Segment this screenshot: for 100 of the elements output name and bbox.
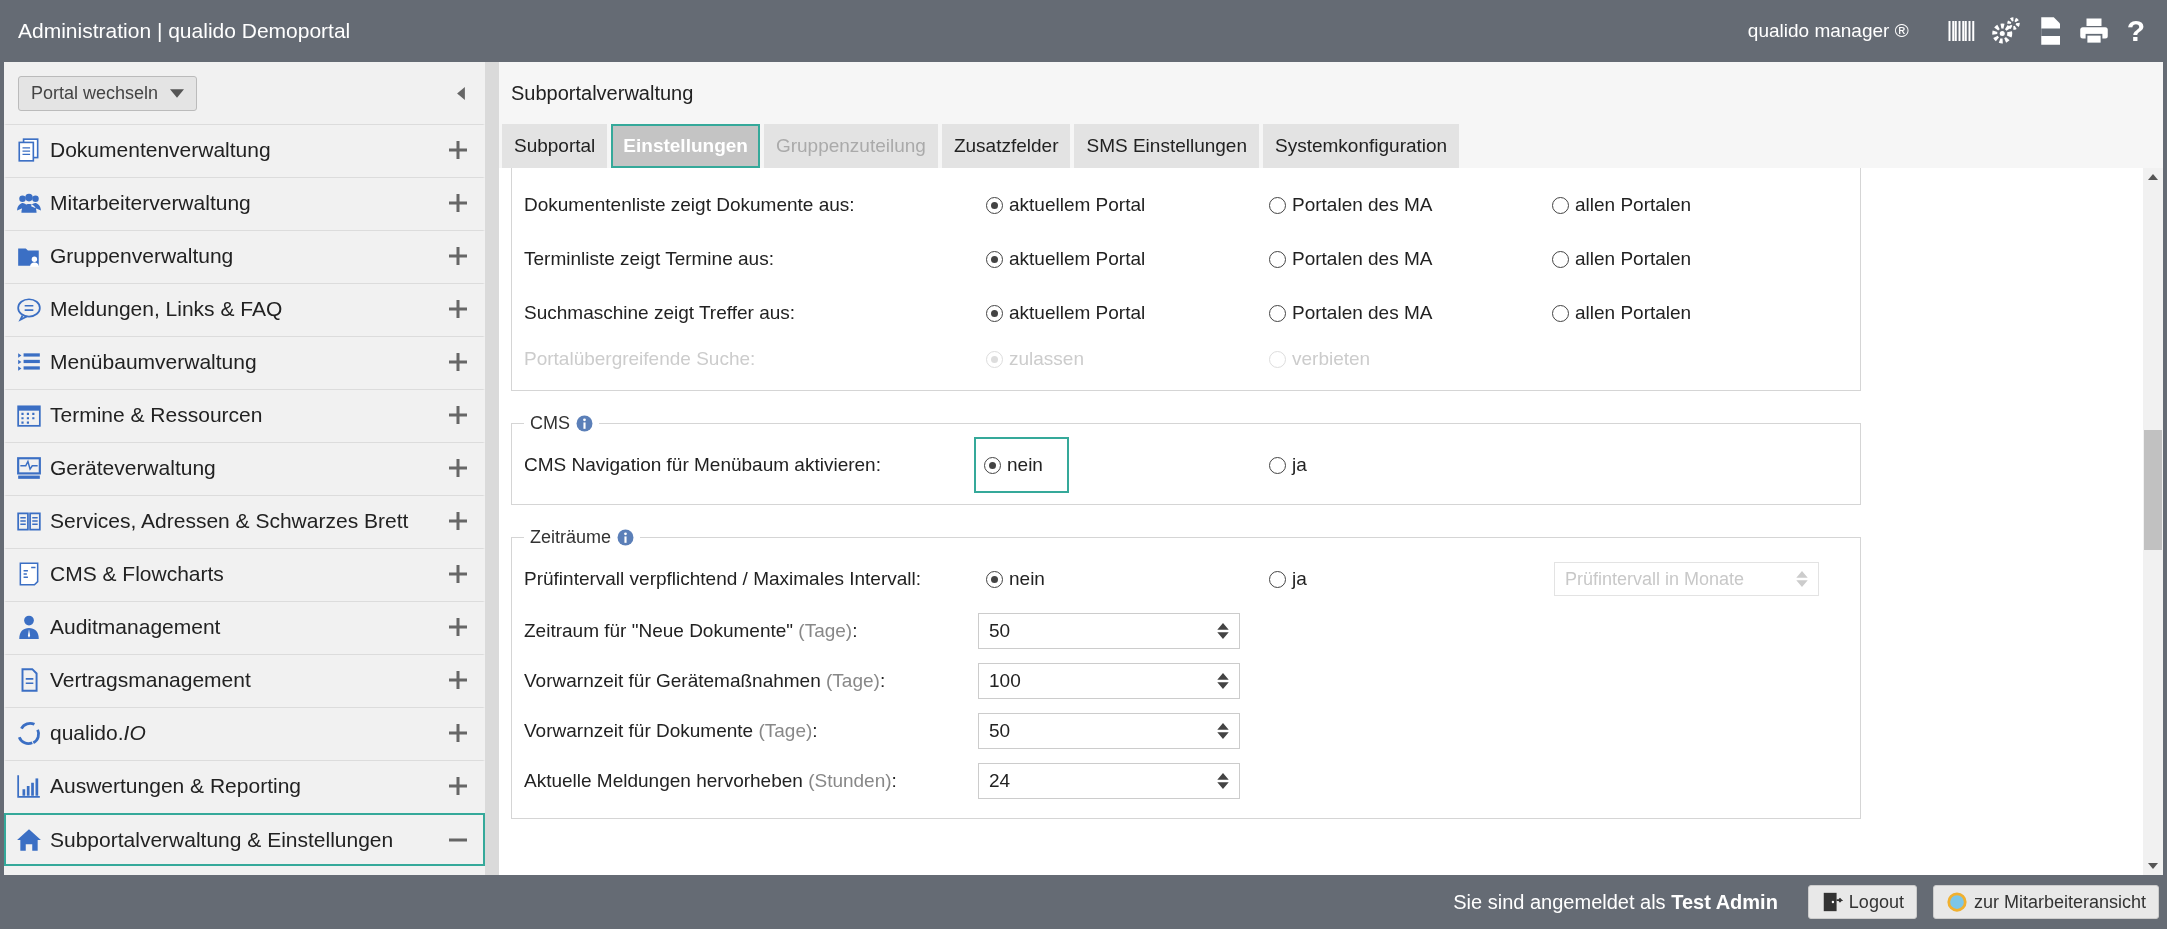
radio-option[interactable]: ja [1267,443,1309,487]
bar-chart-icon [16,773,42,799]
setting-label: Zeitraum für "Neue Dokumente" (Tage): [524,620,859,642]
tab[interactable]: Subportal [502,124,608,168]
plus-icon[interactable] [449,618,467,636]
radio-option[interactable]: nein [984,557,1047,601]
staff-view-button[interactable]: zur Mitarbeiteransicht [1932,885,2159,919]
number-field[interactable]: 50 [978,613,1240,649]
radio-option[interactable]: Portalen des MA [1267,291,1435,335]
circular-arrows-icon [16,720,42,746]
radio-option[interactable]: allen Portalen [1550,291,1694,335]
caret-icon [170,88,185,98]
sidebar-item-label: Gruppenverwaltung [50,244,235,268]
sidebar-item-label: CMS & Flowcharts [50,562,225,586]
number-field[interactable]: 24 [978,763,1240,799]
scrollbar[interactable] [2143,168,2163,875]
monitor-icon [16,455,42,481]
setting-label: Aktuelle Meldungen hervorheben (Stunden): [524,770,898,792]
radio-option[interactable]: aktuellem Portal [984,291,1148,335]
sidebar-item[interactable]: Subportalverwaltung & Einstellungen [4,813,485,866]
tab[interactable]: Zusatzfelder [941,124,1071,168]
portal-switch-dropdown[interactable]: Portal wechseln [18,75,198,111]
scroll-down-icon[interactable] [2148,863,2158,869]
plus-icon[interactable] [449,512,467,530]
info-icon[interactable] [576,415,593,432]
radio-option[interactable]: allen Portalen [1550,183,1694,227]
sidebar-item[interactable]: Auswertungen & Reporting [4,760,485,813]
setting-label: Dokumentenliste zeigt Dokumente aus: [524,194,856,216]
info-icon[interactable] [617,529,635,546]
plus-icon[interactable] [449,247,467,265]
spinner-icon [1217,723,1229,739]
plus-icon[interactable] [449,777,467,795]
sidebar-item[interactable]: Geräteverwaltung [4,442,485,495]
sidebar-item-label: Dokumentenverwaltung [50,138,272,162]
spinner-icon [1217,623,1229,639]
number-field[interactable]: 50 [978,713,1240,749]
sidebar-item[interactable]: Dokumentenverwaltung [4,124,485,177]
plus-icon[interactable] [449,194,467,212]
setting-label: Prüfintervall verpflichtend / Maximales Intervall: [524,568,923,590]
sidebar-item-label: Subportalverwaltung & Einstellungen [50,827,395,852]
radio-option[interactable]: aktuellem Portal [984,237,1148,281]
logout-button[interactable]: Logout [1807,885,1917,919]
sidebar-item-label: Auditmanagement [50,615,222,639]
spinner-icon [1217,673,1229,689]
sidebar-item-label: qualido.IO [50,721,147,745]
setting-label: CMS Navigation für Menübaum aktivieren: [524,454,882,476]
person-icon [16,614,42,640]
plus-icon[interactable] [449,724,467,742]
sidebar-item[interactable]: Mitarbeiterverwaltung [4,177,485,230]
setting-label: Terminliste zeigt Termine aus: [524,248,775,270]
sidebar-item[interactable]: Vertragsmanagement [4,654,485,707]
sidebar-item-label: Geräteverwaltung [50,456,217,480]
radio-option[interactable]: allen Portalen [1550,237,1694,281]
printer-icon[interactable] [2078,16,2109,46]
tab[interactable]: SMS Einstellungen [1074,124,1259,168]
sidebar-item-label: Termine & Ressourcen [50,403,264,427]
sidebar-item[interactable]: Menübaumverwaltung [4,336,485,389]
ring-icon [1945,891,1968,913]
gears-icon[interactable] [1990,16,2021,46]
plus-icon[interactable] [449,406,467,424]
plus-icon[interactable] [449,300,467,318]
calendar-icon [16,402,42,428]
sidebar-item[interactable]: Gruppenverwaltung [4,230,485,283]
plus-icon[interactable] [449,353,467,371]
radio-option[interactable]: nein [974,437,1069,493]
sidebar-item-label: Mitarbeiterverwaltung [50,191,252,215]
tab[interactable]: Systemkonfiguration [1263,124,1460,168]
sidebar-item-label: Vertragsmanagement [50,668,252,692]
collapse-icon[interactable] [457,86,465,100]
radio-option[interactable]: Portalen des MA [1267,237,1435,281]
radio-option[interactable]: aktuellem Portal [984,183,1148,227]
help-button[interactable]: ? [2122,14,2149,48]
sidebar-item-label: Menübaumverwaltung [50,350,258,374]
sidebar-item[interactable]: CMS & Flowcharts [4,548,485,601]
sidebar-item-label: Services, Adressen & Schwarzes Brett [50,509,410,533]
radio-option[interactable]: ja [1267,557,1309,601]
radio-option[interactable]: Portalen des MA [1267,183,1435,227]
sidebar-item[interactable]: Services, Adressen & Schwarzes Brett [4,495,485,548]
sidebar-item[interactable]: Termine & Ressourcen [4,389,485,442]
setting-label: Suchmaschine zeigt Treffer aus: [524,302,797,324]
plus-icon[interactable] [449,565,467,583]
number-field[interactable]: 100 [978,663,1240,699]
plus-icon[interactable] [449,459,467,477]
section-legend: CMS [530,413,570,434]
plus-icon[interactable] [449,141,467,159]
sidebar-item[interactable]: Meldungen, Links & FAQ [4,283,485,336]
login-status: Sie sind angemeldet als Test Admin [1453,890,1778,914]
chat-bubble-icon [16,296,42,322]
scrollbar-thumb[interactable] [2144,430,2162,550]
sidebar-item-label: Auswertungen & Reporting [50,774,302,798]
brand-name: qualido manager ® [1747,20,1909,42]
sidebar-item[interactable]: Auditmanagement [4,601,485,654]
page-title: Subportalverwaltung [510,80,695,106]
plus-icon[interactable] [449,671,467,689]
sidebar-item[interactable]: qualido.IO [4,707,485,760]
section-legend: Zeiträume [530,527,612,548]
window-title: Administration | qualido Demoportal [18,19,352,43]
setting-label: Vorwarnzeit für Gerätemaßnahmen (Tage): [524,670,887,692]
scroll-up-icon[interactable] [2148,174,2158,180]
setting-label: Vorwarnzeit für Dokumente (Tage): [524,720,819,742]
